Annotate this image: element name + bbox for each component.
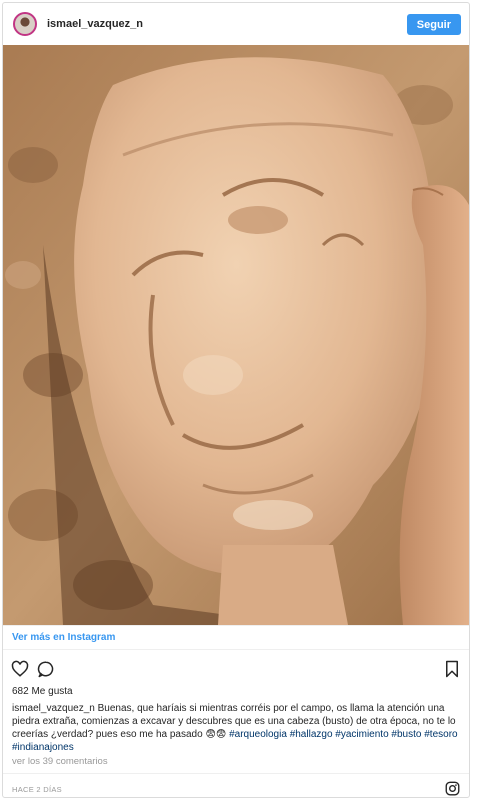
post-photo[interactable]	[3, 45, 469, 625]
comment-icon[interactable]	[37, 660, 55, 678]
hashtag[interactable]: #arqueologia	[229, 729, 287, 740]
view-comments-link[interactable]: ver los 39 comentarios	[12, 756, 108, 767]
divider	[3, 625, 469, 626]
stone-head-image	[3, 45, 469, 625]
post-header: ismael_vazquez_n Seguir	[3, 3, 469, 45]
username[interactable]: ismael_vazquez_n	[47, 18, 143, 30]
hashtag[interactable]: #hallazgo	[290, 729, 333, 740]
instagram-logo-icon[interactable]	[445, 781, 460, 796]
likes-count: 682 Me gusta	[12, 686, 73, 697]
post-timestamp: HACE 2 DÍAS	[12, 785, 62, 794]
bookmark-icon[interactable]	[443, 660, 461, 678]
divider	[3, 773, 469, 774]
hashtag[interactable]: #busto	[391, 729, 421, 740]
divider	[3, 649, 469, 650]
follow-button[interactable]: Seguir	[406, 13, 461, 35]
hashtag[interactable]: #yacimiento	[335, 729, 388, 740]
avatar[interactable]	[13, 12, 37, 36]
view-more-link[interactable]: Ver más en Instagram	[12, 632, 115, 643]
hashtag[interactable]: #indianajones	[12, 742, 74, 753]
caption: ismael_vazquez_n Buenas, que haríais si …	[12, 702, 462, 754]
caption-username[interactable]: ismael_vazquez_n	[12, 703, 95, 714]
hashtag[interactable]: #tesoro	[424, 729, 457, 740]
heart-icon[interactable]	[11, 660, 29, 678]
instagram-embed-card: ismael_vazquez_n Seguir Ver más en Insta…	[2, 2, 470, 798]
action-bar	[11, 660, 461, 680]
